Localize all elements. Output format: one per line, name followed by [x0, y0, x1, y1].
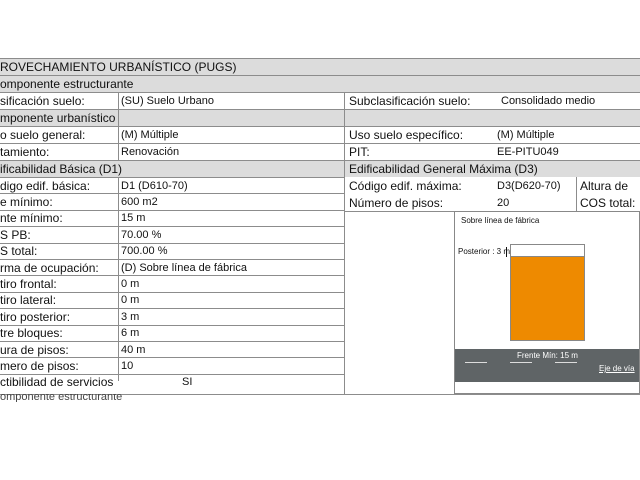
grid-line: [344, 194, 345, 394]
general-floors-label: Número de pisos:: [349, 195, 444, 210]
basic-row-value: 10: [121, 359, 134, 372]
basic-row-value: 0 m: [121, 294, 140, 307]
table-row: e mínimo: 600 m2: [0, 193, 344, 209]
basic-row-label: tiro lateral:: [0, 293, 57, 308]
table-row: S total: 700.00 %: [0, 242, 344, 259]
front-line: [455, 348, 639, 349]
urban-component-header: mponente urbanístico: [0, 109, 640, 126]
basic-buildability-title: ificabilidad Básica (D1): [0, 162, 123, 176]
basic-row-label: tre bloques:: [0, 326, 63, 341]
table-row: digo edif. básica: D1 (D610-70): [0, 177, 344, 193]
table-row: ura de pisos: 40 m: [0, 341, 344, 357]
treatment-row: tamiento: Renovación PIT: EE-PITU049: [0, 143, 640, 160]
lane-mark: [510, 362, 532, 363]
occupation-diagram: Sobre línea de fábrica Posterior : 3 m F…: [454, 211, 640, 394]
general-code-value: D3(D620-70): [497, 179, 561, 192]
basic-row-value: 70.00 %: [121, 228, 162, 241]
basic-row-label: nte mínimo:: [0, 211, 63, 226]
diagram-title: Sobre línea de fábrica: [461, 216, 540, 225]
subclassification-value: Consolidado medio: [501, 95, 596, 107]
height-label: Altura de: [580, 178, 629, 193]
basic-row-label: S PB:: [0, 227, 31, 242]
structural-component-title: omponente estructurante: [0, 77, 134, 91]
table-row: tiro frontal: 0 m: [0, 275, 344, 291]
general-use-row: o suelo general: (M) Múltiple Uso suelo …: [0, 126, 640, 143]
table-row: ctibilidad de servicios SI: [0, 373, 344, 390]
subclassification-label: Subclasificación suelo:: [349, 94, 471, 108]
grid-line: [576, 177, 577, 211]
classification-row: sificación suelo: (SU) Suelo Urbano Subc…: [0, 92, 640, 109]
road-strip: Frente Mín: 15 m Eje de vía: [455, 348, 639, 382]
treatment-value: Renovación: [121, 146, 180, 158]
urban-component-title: mponente urbanístico: [0, 111, 116, 125]
treatment-label: tamiento:: [0, 145, 50, 159]
basic-row-value: 700.00 %: [121, 245, 168, 258]
classification-value: (SU) Suelo Urbano: [121, 95, 214, 107]
table-row: mero de pisos: 10: [0, 357, 344, 373]
axis-label: Eje de vía: [599, 364, 635, 373]
basic-row-label: tiro posterior:: [0, 309, 71, 324]
basic-row-value: 3 m: [121, 310, 140, 323]
general-buildability-title: Edificabilidad General Máxima (D3): [349, 162, 538, 176]
general-use-label: o suelo general:: [0, 128, 86, 142]
general-code-row: Código edif. máxima: D3(D620-70) Altura …: [344, 177, 640, 194]
basic-row-value: 600 m2: [121, 195, 158, 208]
basic-row-label: digo edif. básica:: [0, 178, 91, 193]
posterior-label: Posterior : 3 m: [458, 247, 511, 256]
table-row: tiro posterior: 3 m: [0, 308, 344, 324]
basic-row-value: SI: [182, 376, 193, 389]
basic-row-value: 15 m: [121, 212, 146, 225]
cutoff-text: omponente estructurante: [0, 394, 123, 402]
buildability-header-row: ificabilidad Básica (D1) Edificabilidad …: [0, 160, 640, 177]
basic-row-label: S total:: [0, 244, 38, 259]
basic-row-label: mero de pisos:: [0, 358, 79, 373]
cos-label: COS total:: [580, 195, 636, 210]
basic-row-label: e mínimo:: [0, 194, 53, 209]
basic-row-label: tiro frontal:: [0, 276, 57, 291]
lane-mark: [555, 362, 577, 363]
pit-value: EE-PITU049: [497, 146, 559, 158]
rear-setback-outline: [510, 244, 585, 256]
basic-row-value: (D) Sobre línea de fábrica: [121, 261, 247, 274]
structural-component-header: omponente estructurante: [0, 75, 640, 92]
pit-label: PIT:: [349, 145, 370, 159]
section-title-row: ROVECHAMIENTO URBANÍSTICO (PUGS): [0, 58, 640, 75]
basic-row-value: 0 m: [121, 277, 140, 290]
general-floors-row: Número de pisos: 20 COS total:: [344, 194, 640, 211]
table-row: nte mínimo: 15 m: [0, 209, 344, 226]
specific-use-label: Uso suelo específico:: [349, 128, 464, 142]
general-code-label: Código edif. máxima:: [349, 178, 462, 193]
grid-line: [344, 92, 345, 194]
grid-line: [118, 177, 119, 381]
general-floors-value: 20: [497, 196, 510, 209]
basic-row-value: 40 m: [121, 343, 146, 356]
front-label: Frente Mín: 15 m: [517, 351, 578, 360]
basic-row-label: rma de ocupación:: [0, 260, 99, 275]
lane-mark: [465, 362, 487, 363]
basic-row-label: ura de pisos:: [0, 342, 69, 357]
section-title: ROVECHAMIENTO URBANÍSTICO (PUGS): [0, 60, 237, 74]
cutoff-row: omponente estructurante: [0, 394, 640, 402]
general-use-value: (M) Múltiple: [121, 129, 179, 141]
table-row: tre bloques: 6 m: [0, 324, 344, 341]
grid-line: [118, 92, 119, 160]
building-volume: [510, 256, 585, 341]
specific-use-value: (M) Múltiple: [497, 129, 555, 141]
basic-row-label: ctibilidad de servicios: [0, 375, 114, 390]
basic-row-value: 6 m: [121, 327, 140, 340]
table-row: S PB: 70.00 %: [0, 226, 344, 242]
classification-label: sificación suelo:: [0, 94, 85, 108]
table-row: rma de ocupación: (D) Sobre línea de fábr…: [0, 259, 344, 275]
basic-row-value: D1 (D610-70): [121, 179, 188, 192]
table-row: tiro lateral: 0 m: [0, 291, 344, 308]
